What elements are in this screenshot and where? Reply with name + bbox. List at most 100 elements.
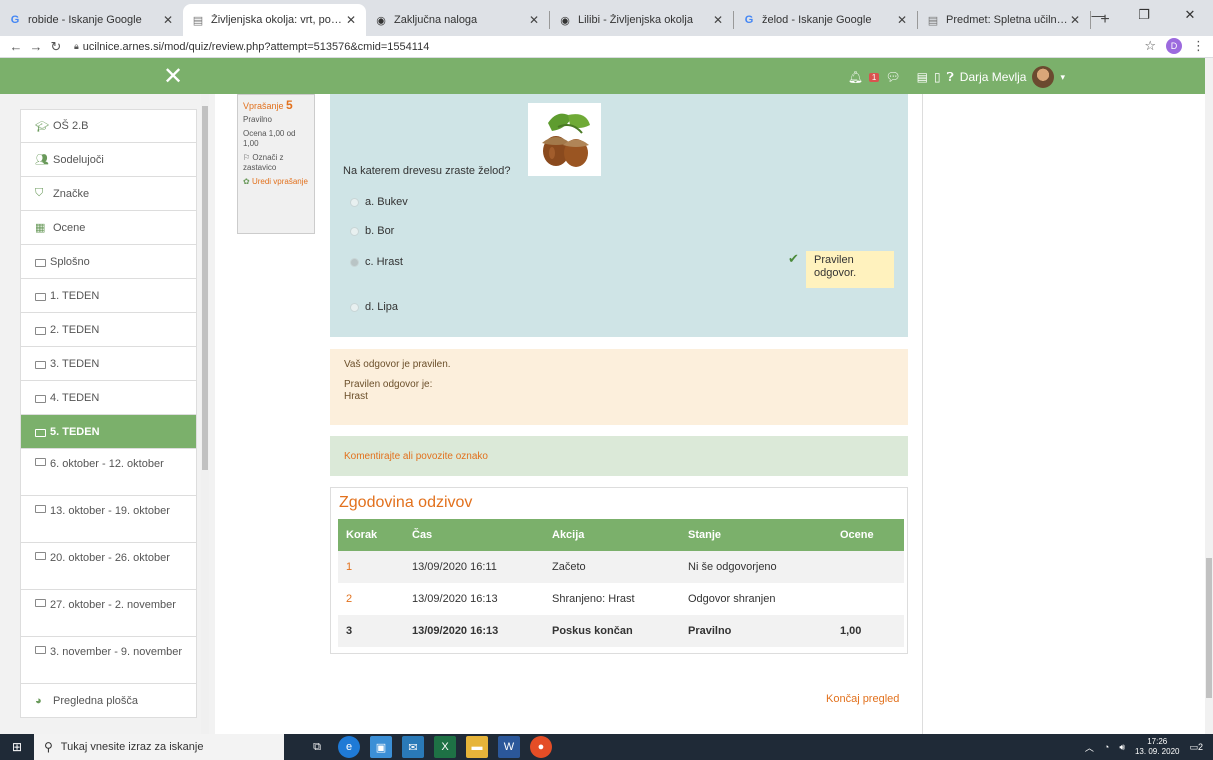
browser-tab-2[interactable]: ▤ Življenjska okolja: vrt, polje, gozd ✕ xyxy=(183,4,366,36)
end-review-link[interactable]: Končaj pregled xyxy=(826,693,899,705)
grade-book-icon[interactable]: ▤ xyxy=(917,70,928,84)
close-window-icon[interactable]: ✕ xyxy=(1167,0,1213,30)
browser-tab-3[interactable]: ◉ Zaključna naloga ✕ xyxy=(366,4,549,36)
page-scroll-thumb[interactable] xyxy=(1206,558,1212,698)
windows-start-icon[interactable]: ⊞ xyxy=(0,734,34,760)
feedback-result: Vaš odgovor je pravilen. xyxy=(344,359,451,370)
action-center-icon[interactable]: ▭ xyxy=(1189,742,1198,753)
forward-icon[interactable]: → xyxy=(26,39,46,54)
close-tab-icon[interactable]: ✕ xyxy=(711,13,725,27)
comment-link[interactable]: Komentirajte ali povozite oznako xyxy=(344,451,488,462)
store-icon[interactable]: ▣ xyxy=(370,736,392,758)
table-row: 3 13/09/2020 16:13 Poskus končan Praviln… xyxy=(338,615,904,647)
page-scrollbar[interactable] xyxy=(1205,58,1213,734)
close-tab-icon[interactable]: ✕ xyxy=(344,13,358,27)
task-view-icon[interactable]: ⧉ xyxy=(306,736,328,758)
sidebar-item-9[interactable]: 5. TEDEN xyxy=(20,415,197,449)
back-icon[interactable]: ← xyxy=(6,39,26,54)
sidebar-item-4[interactable]: Splošno xyxy=(20,245,197,279)
reload-icon[interactable]: ↻ xyxy=(46,39,66,55)
sidebar-item-1[interactable]: 👥︎ Sodelujoči xyxy=(20,143,197,177)
taskbar-search[interactable]: ⚲ Tukaj vnesite izraz za iskanje xyxy=(34,734,284,760)
folder-icon xyxy=(35,292,46,301)
moodle-icon: ▤ xyxy=(927,14,939,27)
browser-tab-5[interactable]: G želod - Iskanje Google ✕ xyxy=(734,4,917,36)
excel-icon[interactable]: X xyxy=(434,736,456,758)
browser-tab-4[interactable]: ◉ Lilibi - Življenjska okolja ✕ xyxy=(550,4,733,36)
message-icon[interactable]: 💬︎ xyxy=(885,70,900,84)
volume-icon[interactable]: 🔊︎ xyxy=(1119,742,1125,753)
mail-icon[interactable]: ✉ xyxy=(402,736,424,758)
bell-icon[interactable]: 🔔︎ xyxy=(848,70,863,84)
radio-b[interactable] xyxy=(350,226,359,236)
network-icon[interactable]: ◔ xyxy=(1104,742,1109,752)
sidebar-item-14[interactable]: 3. november - 9. november xyxy=(20,637,197,684)
windows-taskbar: ⊞ ⚲ Tukaj vnesite izraz za iskanje ⧉ e ▣… xyxy=(0,734,1213,760)
checkmark-icon: ✔ xyxy=(788,251,799,266)
sidebar-item-0[interactable]: 🎓︎ OŠ 2.B xyxy=(20,109,197,143)
taskbar-search-placeholder: Tukaj vnesite izraz za iskanje xyxy=(60,741,204,753)
close-tab-icon[interactable]: ✕ xyxy=(895,13,909,27)
sidebar-item-8[interactable]: 4. TEDEN xyxy=(20,381,197,415)
answer-option-d[interactable]: d. Lipa xyxy=(350,301,398,313)
sidebar-item-7[interactable]: 3. TEDEN xyxy=(20,347,197,381)
flag-question-link[interactable]: ⚐ Označi z zastavico xyxy=(243,153,309,173)
cell-grade: 1,00 xyxy=(832,615,904,647)
sidebar-item-6[interactable]: 2. TEDEN xyxy=(20,313,197,347)
browser-tab-6[interactable]: ▤ Predmet: Spletna učilnica 2.B Dar ✕ xyxy=(918,4,1090,36)
close-drawer-icon[interactable]: ✕ xyxy=(163,62,183,91)
question-box: Na katerem drevesu zraste želod? a. Buke… xyxy=(330,94,908,337)
table-row: 2 13/09/2020 16:13 Shranjeno: Hrast Odgo… xyxy=(338,583,904,615)
mobile-icon[interactable]: ▯ xyxy=(934,70,941,84)
profile-avatar[interactable]: D xyxy=(1166,38,1182,54)
step-link[interactable]: 1 xyxy=(338,551,404,583)
folder-icon xyxy=(35,505,46,513)
moodle-icon: ▤ xyxy=(192,14,204,27)
user-menu-caret-icon[interactable]: ▾ xyxy=(1060,72,1065,83)
radio-c[interactable] xyxy=(350,257,359,267)
word-icon[interactable]: W xyxy=(498,736,520,758)
question-state: Pravilno xyxy=(243,115,272,124)
browser-menu-icon[interactable]: ⋮ xyxy=(1192,38,1205,54)
sidebar-item-12[interactable]: 20. oktober - 26. oktober xyxy=(20,543,197,590)
minimize-icon[interactable]: — xyxy=(1075,0,1121,30)
sidebar-item-5[interactable]: 1. TEDEN xyxy=(20,279,197,313)
shield-icon: ⛉ xyxy=(35,187,44,199)
sidebar-item-label: 27. oktober - 2. november xyxy=(50,599,176,611)
sidebar-item-2[interactable]: ⛉ Značke xyxy=(20,177,197,211)
browser-tab-1[interactable]: G robide - Iskanje Google ✕ xyxy=(0,4,183,36)
globe-icon: ◉ xyxy=(560,14,570,27)
radio-d[interactable] xyxy=(350,302,359,312)
taskbar-clock[interactable]: 17:26 13. 09. 2020 xyxy=(1135,737,1179,757)
answer-option-a[interactable]: a. Bukev xyxy=(350,196,408,208)
radio-a[interactable] xyxy=(350,197,359,207)
restore-icon[interactable]: ❐ xyxy=(1121,0,1167,30)
tray-chevron-icon[interactable]: ︿ xyxy=(1085,741,1094,754)
sidebar-item-13[interactable]: 27. oktober - 2. november xyxy=(20,590,197,637)
user-avatar[interactable] xyxy=(1032,66,1055,88)
user-name[interactable]: Darja Mevlja xyxy=(960,70,1027,84)
chrome-icon[interactable]: ● xyxy=(530,736,552,758)
bookmark-star-icon[interactable]: ☆ xyxy=(1144,38,1156,54)
file-explorer-icon[interactable]: ▬ xyxy=(466,736,488,758)
close-tab-icon[interactable]: ✕ xyxy=(527,13,541,27)
edge-icon[interactable]: e xyxy=(338,736,360,758)
tab-label: Življenjska okolja: vrt, polje, gozd xyxy=(211,14,344,26)
answer-option-c[interactable]: c. Hrast xyxy=(350,256,403,268)
flag-icon: ⚐ xyxy=(243,153,251,162)
close-tab-icon[interactable]: ✕ xyxy=(161,13,175,27)
sidebar-item-11[interactable]: 13. oktober - 19. oktober xyxy=(20,496,197,543)
sidebar-item-3[interactable]: ▦ Ocene xyxy=(20,211,197,245)
step-link[interactable]: 2 xyxy=(338,583,404,615)
folder-icon xyxy=(35,326,46,335)
course-sidebar: 🎓︎ OŠ 2.B 👥︎ Sodelujoči ⛉ Značke ▦ Ocene Splošno… xyxy=(0,94,215,734)
sidebar-scroll-thumb[interactable] xyxy=(202,106,208,470)
sidebar-item-10[interactable]: 6. oktober - 12. oktober xyxy=(20,449,197,496)
edit-question-link[interactable]: ✿ Uredi vprašanje xyxy=(243,177,309,187)
sidebar-item-15[interactable]: ◕ Pregledna plošča xyxy=(20,684,197,718)
answer-option-b[interactable]: b. Bor xyxy=(350,225,394,237)
help-icon[interactable]: ❓︎ xyxy=(947,70,954,85)
edit-label: Uredi vprašanje xyxy=(251,177,308,186)
url-field[interactable]: 🔒︎ ucilnice.arnes.si/mod/quiz/review.php… xyxy=(74,41,429,53)
sidebar-scrollbar[interactable] xyxy=(201,94,209,734)
